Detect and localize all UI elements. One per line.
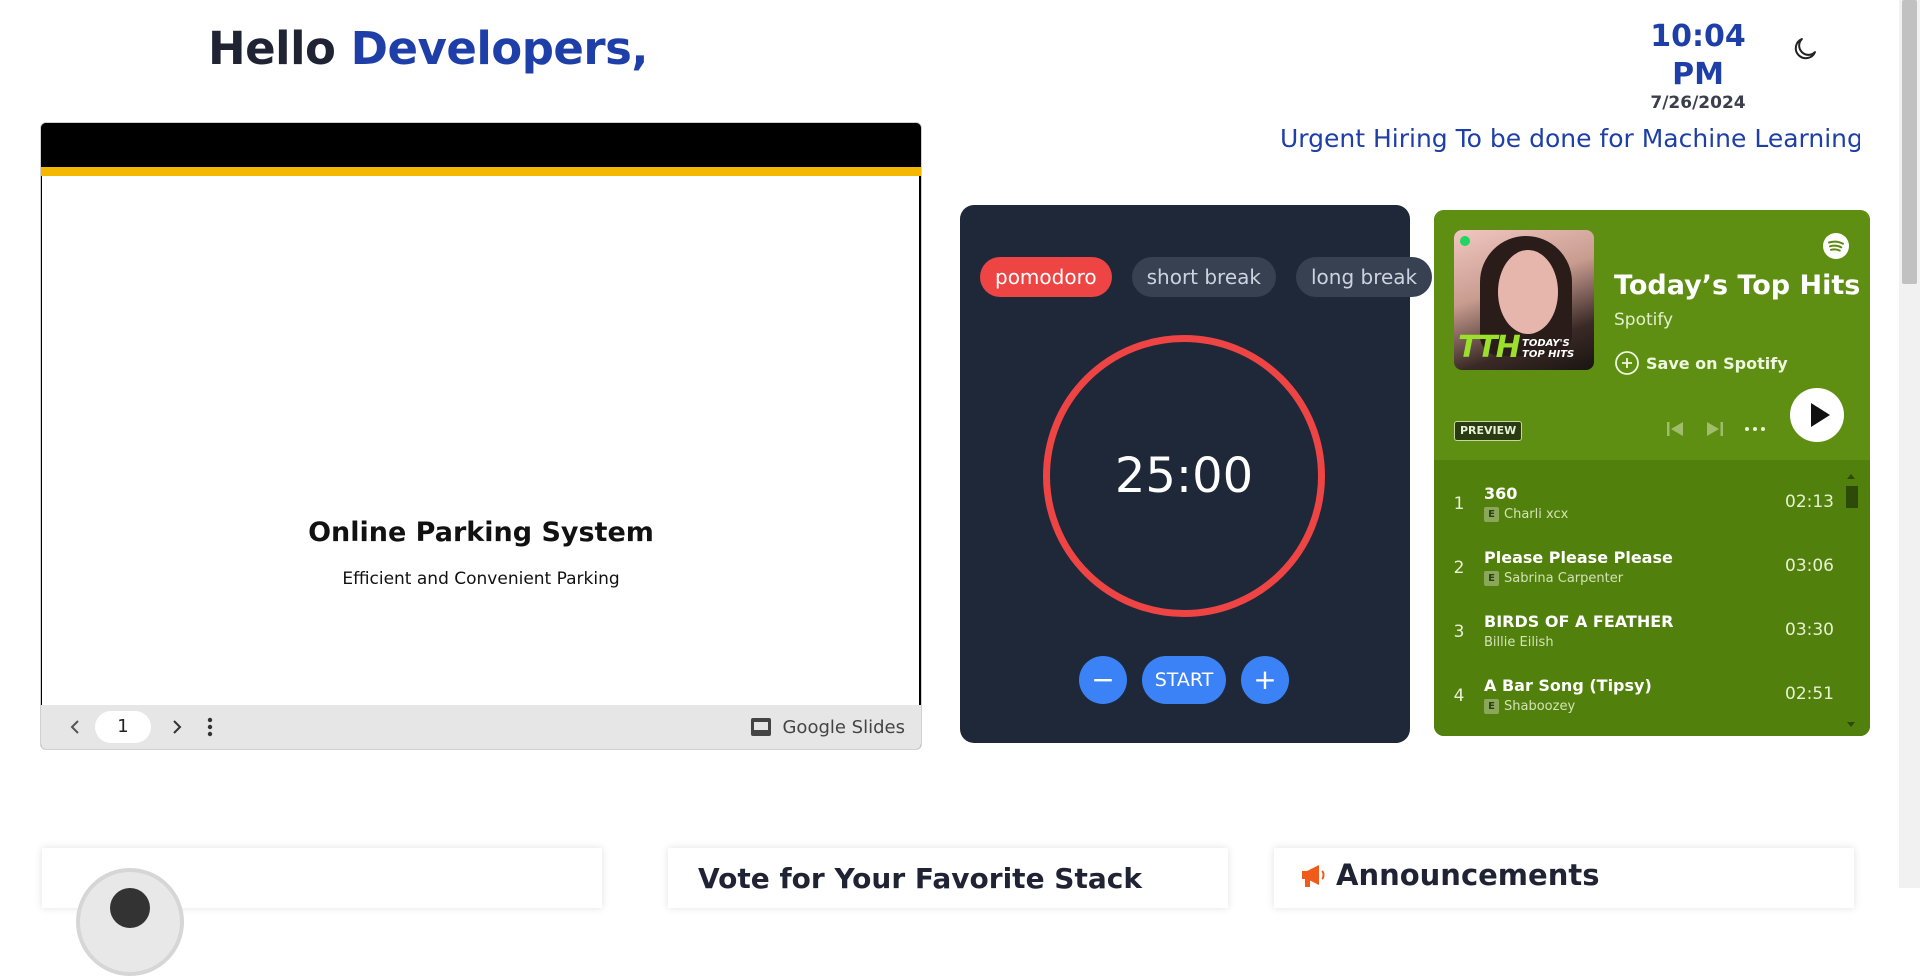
track-artist: Billie Eilish [1484, 635, 1554, 650]
save-on-spotify-label: Save on Spotify [1646, 353, 1788, 373]
play-icon [1811, 403, 1830, 427]
explicit-badge: E [1484, 571, 1499, 586]
avatar[interactable] [76, 868, 184, 976]
save-on-spotify-button[interactable]: Save on Spotify [1614, 350, 1788, 376]
pomodoro-mode-tabs: pomodoro short break long break [980, 257, 1433, 297]
timer-display: 25:00 [1114, 448, 1254, 504]
play-button[interactable] [1790, 388, 1844, 442]
slide-subtitle: Efficient and Convenient Parking [342, 569, 620, 589]
next-slide-icon[interactable] [165, 715, 189, 739]
plus-circle-icon [1615, 351, 1639, 375]
slides-embed[interactable]: Online Parking System Efficient and Conv… [40, 122, 922, 750]
explicit-badge: E [1484, 699, 1499, 714]
track-artist-row: E Charli xcx [1484, 507, 1568, 522]
mode-short-break[interactable]: short break [1131, 257, 1276, 297]
track-number: 4 [1453, 686, 1465, 706]
vote-card: Vote for Your Favorite Stack [668, 848, 1228, 908]
scroll-thumb[interactable] [1846, 486, 1858, 508]
moon-icon[interactable] [1790, 34, 1820, 64]
profile-card [42, 848, 602, 976]
vote-title: Vote for Your Favorite Stack [698, 862, 1142, 895]
increase-time-button[interactable]: + [1241, 656, 1289, 704]
clock-time: 10:04 PM [1650, 19, 1746, 92]
hiring-marquee[interactable]: Urgent Hiring To be done for Machine Lea… [1280, 124, 1860, 153]
scroll-up-icon[interactable] [1844, 471, 1858, 481]
slide-accent-stripe [41, 167, 921, 176]
cover-subtext: TODAY'S TOP HITS [1522, 338, 1575, 360]
cover-text: TTH [1458, 330, 1521, 365]
track-artist-row: E Sabrina Carpenter [1484, 571, 1623, 586]
google-slides-icon [751, 718, 772, 736]
track-title: Please Please Please [1484, 548, 1673, 567]
slides-controls: 1 Google Slides [41, 705, 921, 749]
track-title: BIRDS OF A FEATHER [1484, 612, 1674, 631]
more-options-icon[interactable] [203, 715, 217, 739]
track-duration: 03:06 [1785, 556, 1834, 576]
track-artist-row: E Shaboozey [1484, 699, 1575, 714]
clock-date: 7/26/2024 [1650, 93, 1746, 113]
track-row[interactable]: 1 360 E Charli xcx 02:13 [1434, 474, 1834, 530]
playlist-title[interactable]: Today’s Top Hits [1614, 270, 1860, 301]
megaphone-icon [1302, 865, 1325, 887]
slide-top-bar [41, 123, 921, 167]
spotify-embed: TTH TODAY'S TOP HITS Today’s Top Hits Sp… [1434, 210, 1870, 736]
track-artist: Shaboozey [1504, 699, 1576, 714]
track-title: 360 [1484, 484, 1518, 503]
clock: 10:04 PM 7/26/2024 [1620, 18, 1776, 113]
track-row[interactable]: 3 BIRDS OF A FEATHER Billie Eilish 03:30 [1434, 602, 1834, 658]
mode-pomodoro[interactable]: pomodoro [980, 257, 1112, 297]
greeting-heading: Hello Developers, [208, 22, 649, 75]
track-number: 2 [1453, 558, 1465, 578]
spotify-dot-icon [1460, 236, 1470, 246]
slide-page-number[interactable]: 1 [95, 711, 151, 743]
track-number: 3 [1453, 622, 1465, 642]
pomodoro-timer: pomodoro short break long break 25:00 − … [960, 205, 1433, 743]
page-scrollbar[interactable] [1899, 0, 1920, 888]
slide-title: Online Parking System [308, 517, 654, 548]
google-slides-label: Google Slides [782, 716, 905, 738]
greeting-prefix: Hello [208, 22, 336, 75]
playlist-cover[interactable]: TTH TODAY'S TOP HITS [1454, 230, 1594, 370]
track-duration: 02:51 [1785, 684, 1834, 704]
track-artist: Charli xcx [1504, 507, 1569, 522]
google-slides-link[interactable]: Google Slides [750, 713, 905, 741]
start-button[interactable]: START [1142, 656, 1226, 704]
greeting-name: Developers, [350, 22, 649, 75]
track-list-scrollbar[interactable] [1844, 466, 1858, 727]
playlist-owner[interactable]: Spotify [1614, 310, 1673, 330]
track-list: 1 360 E Charli xcx 02:13 2 Please Please … [1434, 460, 1870, 736]
track-number: 1 [1453, 494, 1465, 514]
explicit-badge: E [1484, 507, 1499, 522]
track-row[interactable]: 4 A Bar Song (Tipsy) E Shaboozey 02:51 [1434, 666, 1834, 722]
scroll-down-icon[interactable] [1844, 720, 1858, 730]
more-options-icon[interactable] [1742, 418, 1768, 440]
announcements-card: Announcements [1274, 848, 1854, 908]
track-artist-row: Billie Eilish [1484, 635, 1554, 650]
decrease-time-button[interactable]: − [1079, 656, 1127, 704]
track-duration: 02:13 [1785, 492, 1834, 512]
track-title: A Bar Song (Tipsy) [1484, 676, 1652, 695]
track-duration: 03:30 [1785, 620, 1834, 640]
announcements-title: Announcements [1336, 858, 1600, 892]
announcements-heading: Announcements [1298, 858, 1599, 892]
previous-slide-icon[interactable] [63, 715, 87, 739]
slide-canvas[interactable] [42, 176, 919, 749]
track-row[interactable]: 2 Please Please Please E Sabrina Carpente… [1434, 538, 1834, 594]
skip-forward-icon[interactable] [1704, 418, 1726, 440]
page-scroll-thumb[interactable] [1902, 0, 1917, 284]
skip-back-icon[interactable] [1664, 418, 1686, 440]
track-artist: Sabrina Carpenter [1504, 571, 1624, 586]
preview-badge: PREVIEW [1454, 421, 1523, 441]
spotify-logo-icon[interactable] [1822, 232, 1850, 260]
mode-long-break[interactable]: long break [1295, 257, 1433, 297]
